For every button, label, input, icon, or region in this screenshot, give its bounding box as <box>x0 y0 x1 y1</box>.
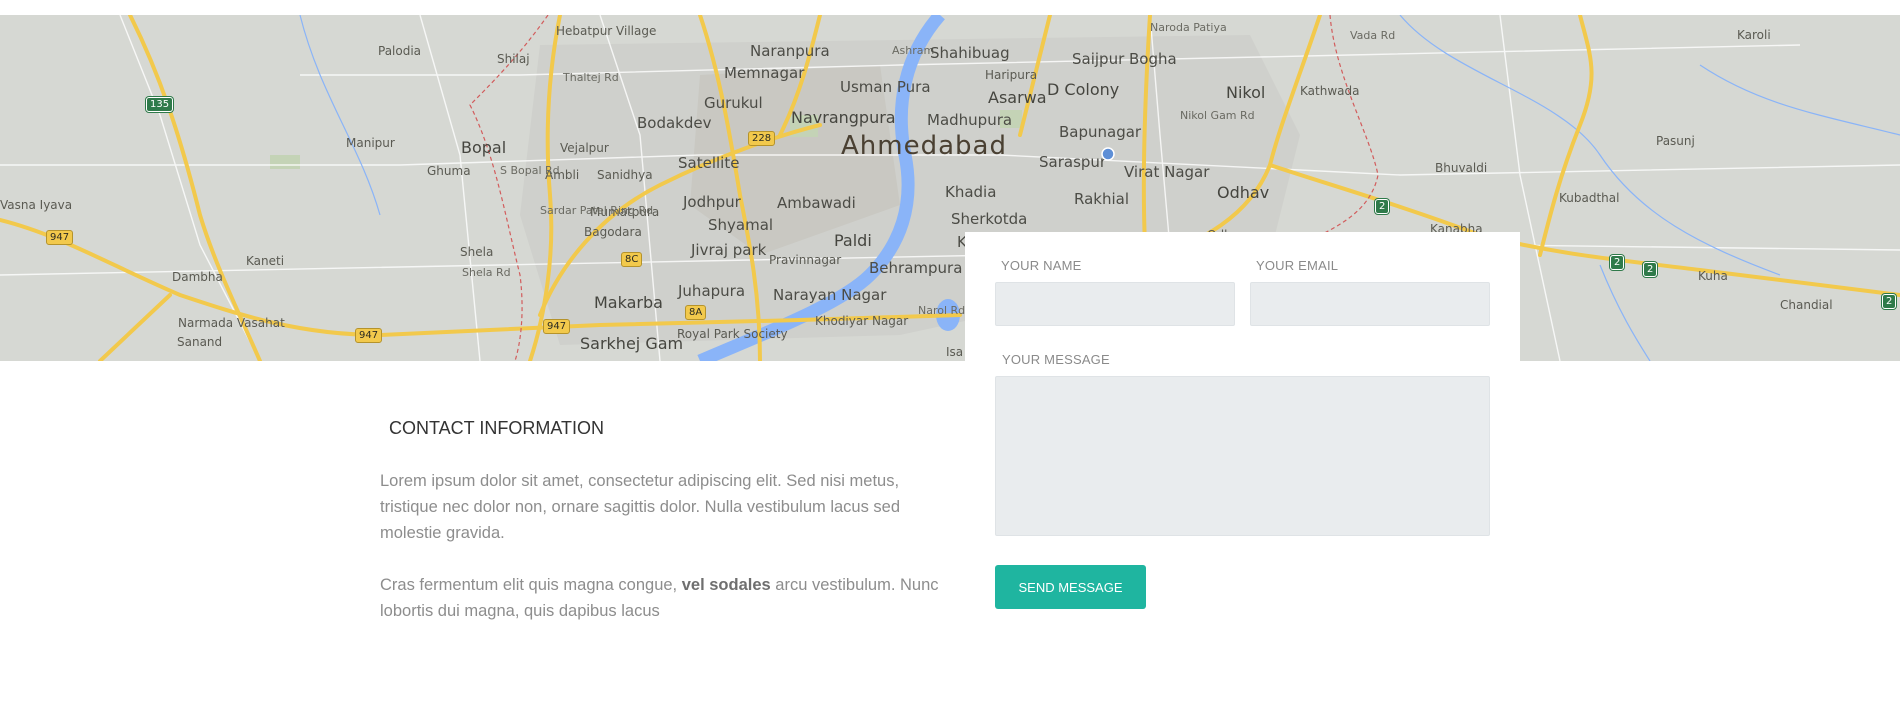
map-place-label: Narayan Nagar <box>773 286 887 304</box>
map-place-label: Shela Rd <box>462 266 511 279</box>
name-field-label: YOUR NAME <box>1001 258 1082 273</box>
map-place-label: Khadia <box>945 183 997 201</box>
map-place-label: Memnagar <box>724 64 805 82</box>
map-place-label: Narmada Vasahat <box>178 316 285 330</box>
map-place-label: Dambha <box>172 270 223 284</box>
map-place-label: Rakhial <box>1074 190 1130 208</box>
map-place-label: S Bopal Rd <box>500 164 560 177</box>
map-place-label: Chandial <box>1780 298 1833 312</box>
map-place-label: Gurukul <box>704 94 763 112</box>
road-shield-icon: 2 <box>1882 294 1897 309</box>
map-place-label: Palodia <box>378 44 422 58</box>
map-place-label: Thaltej Rd <box>563 71 619 84</box>
map-place-label: Kuha <box>1698 269 1728 283</box>
map-place-label: Usman Pura <box>840 78 931 96</box>
map-place-label: Virat Nagar <box>1124 163 1210 181</box>
map-place-label: Asarwa <box>988 88 1047 107</box>
map-place-label: Haripura <box>985 68 1038 82</box>
map-place-label: Sanand <box>177 335 223 349</box>
map-place-label: Kathwada <box>1300 84 1360 98</box>
map-place-label: Ashram <box>892 44 935 57</box>
road-shield-icon: 228 <box>748 131 776 146</box>
map-place-label: Ghuma <box>427 164 471 178</box>
map-city-label: Ahmedabad <box>841 131 1007 161</box>
message-field-label: YOUR MESSAGE <box>1002 352 1110 367</box>
map-place-label: Bhuvaldi <box>1435 161 1488 175</box>
map-place-label: Kubadthal <box>1559 191 1620 205</box>
map-place-label: Nikol <box>1226 83 1266 102</box>
map-place-label: Bopal <box>461 138 507 157</box>
road-shield-icon: 2 <box>1610 255 1625 270</box>
road-shield-icon: 947 <box>543 319 571 334</box>
map-place-label: D Colony <box>1047 80 1120 99</box>
map-place-label: Vada Rd <box>1350 29 1396 42</box>
map-place-label: Sherkotda <box>951 210 1028 228</box>
map-place-label: Kaneti <box>246 254 285 268</box>
map-place-label: Royal Park Society <box>677 327 788 341</box>
map-place-label: Madhupura <box>927 111 1013 129</box>
road-shield-icon: 2 <box>1643 262 1658 277</box>
send-message-button[interactable]: SEND MESSAGE <box>995 565 1146 609</box>
map-place-label: Naranpura <box>750 42 830 60</box>
map-place-label: Bagodara <box>584 225 642 239</box>
map-place-label: Shilaj <box>497 52 530 66</box>
map-place-label: Satellite <box>678 154 740 172</box>
name-field[interactable] <box>995 282 1235 326</box>
map-place-label: Manipur <box>346 136 395 150</box>
map-place-label: Vasna Iyava <box>0 198 73 212</box>
map-place-label: Makarba <box>594 293 663 312</box>
map-place-label: Isa <box>946 345 964 359</box>
map-location-pin-icon <box>1101 147 1115 161</box>
map-place-label: Sardar Patel Ring Rd <box>540 204 654 217</box>
contact-form: YOUR NAME YOUR EMAIL YOUR MESSAGE SEND M… <box>965 232 1520 632</box>
map-place-label: Behrampura <box>869 259 963 277</box>
map-place-label: Juhapura <box>678 282 746 300</box>
map-place-label: Navrangpura <box>791 108 896 127</box>
map-place-label: Pasunj <box>1656 134 1695 148</box>
road-shield-icon: 947 <box>46 230 74 245</box>
map-place-label: Saraspur <box>1039 153 1107 171</box>
map-place-label: Vejalpur <box>560 141 609 155</box>
map-place-label: Naroda Patiya <box>1150 21 1227 34</box>
contact-paragraph-1: Lorem ipsum dolor sit amet, consectetur … <box>380 472 901 542</box>
contact-title: CONTACT INFORMATION <box>389 418 604 438</box>
road-shield-icon: 8A <box>685 305 707 320</box>
map-place-label: Nikol Gam Rd <box>1180 109 1255 122</box>
map-place-label: Shahibuag <box>930 44 1010 62</box>
map-place-label: Hebatpur Village <box>556 24 657 38</box>
map-place-label: Bodakdev <box>637 114 712 132</box>
map-place-label: Bapunagar <box>1059 123 1142 141</box>
map-place-label: Karoli <box>1737 28 1771 42</box>
map-place-label: Shela <box>460 245 494 259</box>
map[interactable]: Hebatpur Village Palodia Shilaj Thaltej Rd N… <box>0 15 1900 361</box>
map-place-label: Sarkhej Gam <box>580 334 684 353</box>
contact-paragraph-2: Cras fermentum elit quis magna congue, v… <box>380 572 940 624</box>
road-shield-icon: 2 <box>1375 199 1390 214</box>
map-place-label: Shyamal <box>708 216 774 234</box>
map-place-label: Paldi <box>834 231 872 250</box>
road-shield-icon: 8C <box>621 252 643 267</box>
message-field[interactable] <box>995 376 1490 536</box>
map-place-label: Jodhpur <box>683 193 741 211</box>
map-place-label: Ambawadi <box>777 194 856 212</box>
road-shield-icon: 947 <box>355 328 383 343</box>
map-place-label: Sanidhya <box>597 168 653 182</box>
road-shield-icon: 135 <box>146 97 174 112</box>
map-place-label: Saijpur Bogha <box>1072 50 1177 68</box>
map-place-label: Khodiyar Nagar <box>815 314 909 328</box>
map-place-label: Narol Rd <box>918 304 966 317</box>
email-field[interactable] <box>1250 282 1490 326</box>
map-place-label: Jivraj park <box>691 241 767 259</box>
map-place-label: Odhav <box>1217 183 1270 202</box>
map-place-label: Pravinnagar <box>769 253 842 267</box>
contact-paragraph-2-bold: vel sodales <box>681 576 771 594</box>
contact-paragraph-2-start: Cras fermentum elit quis magna congue, <box>380 576 682 594</box>
email-field-label: YOUR EMAIL <box>1256 258 1339 273</box>
